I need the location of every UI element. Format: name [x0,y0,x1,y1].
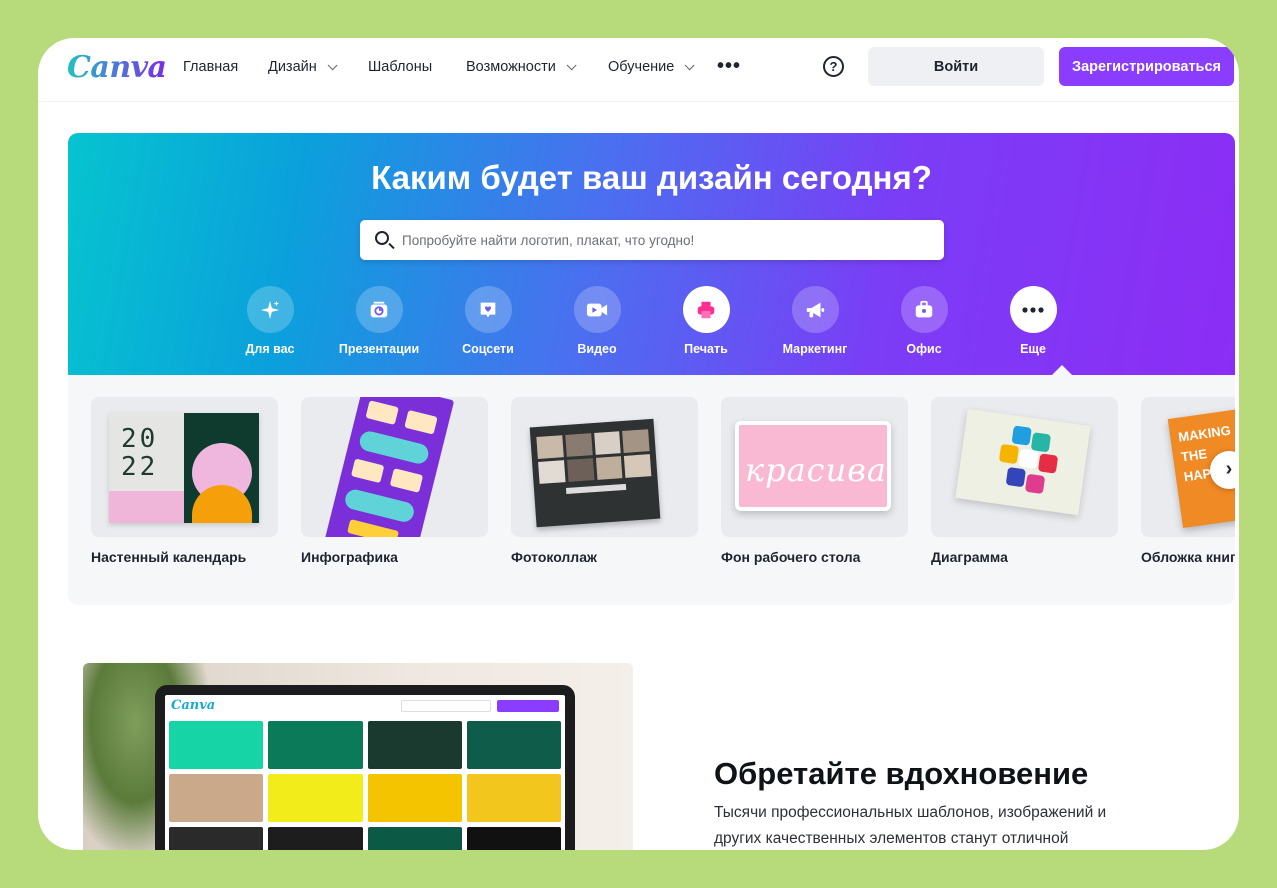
login-button[interactable]: Войти [868,47,1044,86]
category-label: Презентации [338,342,420,356]
megaphone-icon [791,286,839,333]
template-label: Фотоколлаж [511,549,597,565]
category-label: Офис [906,342,942,356]
template-card-desktop-wallpaper[interactable]: красива Фон рабочего стола [721,397,908,565]
nav-templates-label: Шаблоны [368,59,433,75]
nav-templates[interactable]: Шаблоны [368,59,432,75]
category-print[interactable]: Печать [656,286,756,356]
inspire-heading: Обретайте вдохновение [714,756,1089,791]
chevron-down-icon [566,59,577,70]
template-card-infographic[interactable]: Инфографика [301,397,488,565]
template-label: Диаграмма [931,549,1008,565]
sparkle-icon [246,286,294,333]
template-card-diagram[interactable]: Диаграмма [931,397,1118,565]
category-office[interactable]: Офис [874,286,974,356]
category-label: Маркетинг [782,342,848,356]
template-label: Настенный календарь [91,549,247,565]
category-label: Для вас [245,342,295,356]
active-category-pointer [1052,365,1072,375]
template-carousel: 20 22 Настенный календарь Инфографика Фо… [68,375,1235,605]
mini-create-button [497,700,559,712]
nav-home-label: Главная [183,59,239,75]
presentation-icon [355,286,403,333]
mini-template-grid [169,721,561,850]
laptop-promo-image: Canva [83,663,633,850]
nav-design-label: Дизайн [268,59,317,75]
category-label: Печать [684,342,728,356]
nav-learn[interactable]: Обучение [608,59,695,75]
hero-title: Каким будет ваш дизайн сегодня? [371,159,932,196]
chevron-down-icon [327,59,338,70]
chevron-down-icon [684,59,695,70]
nav-learn-label: Обучение [608,59,675,75]
nav-features[interactable]: Возможности [466,59,577,75]
template-thumbnail [931,397,1118,537]
laptop-screen: Canva [165,695,565,850]
mini-canva-logo: Canva [171,698,216,713]
category-presentations[interactable]: Презентации [329,286,429,356]
nav-features-label: Возможности [466,59,556,75]
wallpaper-script-text: красива [745,451,887,489]
category-for-you[interactable]: Для вас [220,286,320,356]
search-bar[interactable] [360,220,944,260]
template-card-calendar[interactable]: 20 22 Настенный календарь [91,397,278,565]
hero-banner: Каким будет ваш дизайн сегодня? Для вас … [68,133,1235,375]
nav-home[interactable]: Главная [183,59,238,75]
mini-search-bar [401,700,491,712]
category-social[interactable]: Соцсети [438,286,538,356]
category-more[interactable]: Еще [983,286,1083,356]
nav-design[interactable]: Дизайн [268,59,338,75]
laptop-frame: Canva [155,685,575,850]
calendar-year-bottom: 22 [121,452,159,482]
template-card-photo-collage[interactable]: Фотоколлаж [511,397,698,565]
template-thumbnail: красива [721,397,908,537]
printer-icon [682,286,730,333]
template-label: Инфографика [301,549,398,565]
template-thumbnail: 20 22 [91,397,278,537]
canva-logo[interactable]: Canva [67,50,167,85]
category-label: Видео [577,342,617,356]
category-label: Соцсети [462,342,514,356]
category-marketing[interactable]: Маркетинг [765,286,865,356]
help-circle-icon[interactable]: ? [823,56,844,77]
template-thumbnail [301,397,488,537]
page-card: Canva Главная Дизайн Шаблоны Возможности… [38,38,1239,850]
template-label: Фон рабочего стола [721,549,861,565]
signup-button[interactable]: Зарегистрироваться [1059,47,1234,86]
search-icon [375,231,389,245]
calendar-year-top: 20 [121,424,159,454]
template-label: Обложка книги [1141,549,1235,565]
category-label: Еще [1020,342,1046,356]
briefcase-icon [900,286,948,333]
search-input[interactable] [402,220,932,260]
more-horizontal-icon[interactable]: ••• [717,55,741,78]
heart-chat-icon [464,286,512,333]
inspire-description: Тысячи профессиональных шаблонов, изобра… [714,804,1107,847]
top-navbar: Canva Главная Дизайн Шаблоны Возможности… [38,38,1239,102]
category-video[interactable]: Видео [547,286,647,356]
template-thumbnail [511,397,698,537]
more-dots-icon [1009,286,1057,333]
video-camera-icon [573,286,621,333]
